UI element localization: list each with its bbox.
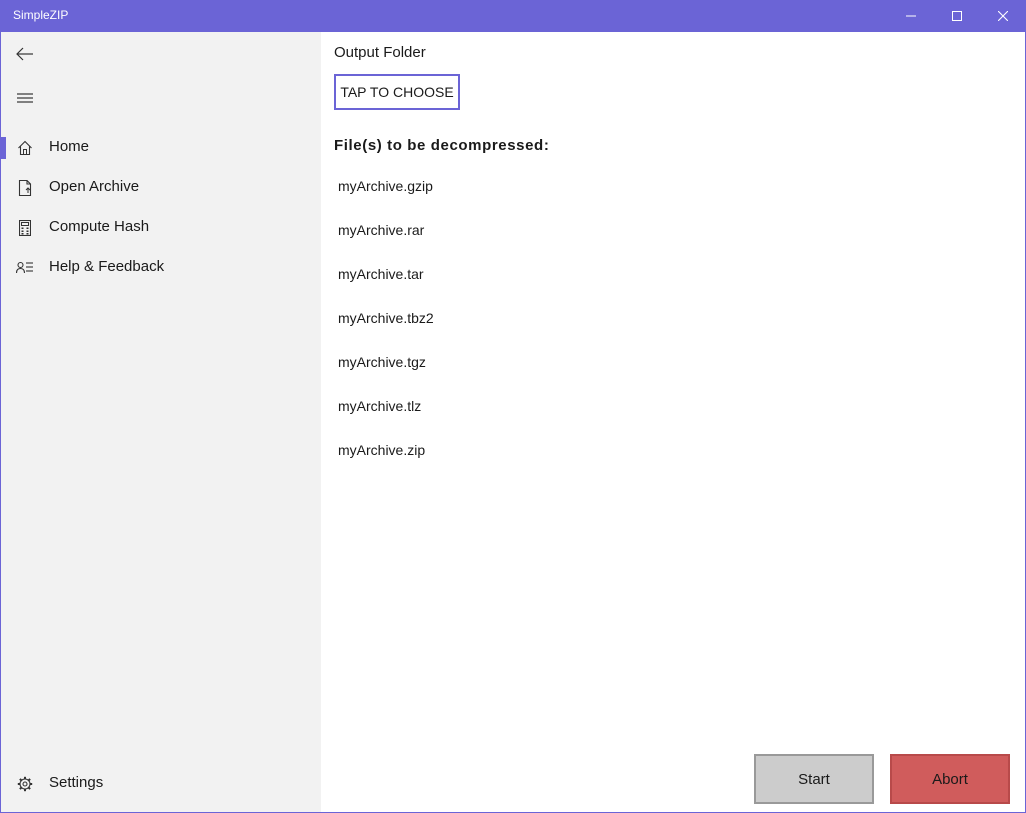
choose-output-folder-button[interactable]: TAP TO CHOOSE — [334, 74, 460, 110]
list-item[interactable]: myArchive.tlz — [334, 384, 1014, 428]
title-bar: SimpleZIP — [1, 0, 1025, 32]
nav-item-open-archive[interactable]: Open Archive — [1, 168, 321, 208]
list-item[interactable]: myArchive.zip — [334, 428, 1014, 472]
back-arrow-icon — [16, 47, 33, 61]
app-window: SimpleZIP Home Open Archive Compute Hash… — [0, 0, 1026, 813]
maximize-button[interactable] — [934, 0, 980, 32]
list-item[interactable]: myArchive.rar — [334, 208, 1014, 252]
main-content: Output Folder TAP TO CHOOSE File(s) to b… — [321, 32, 1025, 812]
close-icon — [998, 11, 1008, 21]
nav-item-help-feedback[interactable]: Help & Feedback — [1, 248, 321, 288]
calculator-icon — [15, 220, 35, 236]
nav-item-compute-hash[interactable]: Compute Hash — [1, 208, 321, 248]
nav-item-home[interactable]: Home — [1, 128, 321, 168]
document-icon — [15, 180, 35, 196]
nav-item-settings[interactable]: Settings — [1, 764, 321, 804]
output-folder-label: Output Folder — [334, 44, 426, 61]
nav-label-home: Home — [49, 138, 90, 155]
start-button[interactable]: Start — [754, 754, 874, 804]
gear-icon — [15, 776, 35, 792]
contact-info-icon — [15, 260, 35, 276]
back-button[interactable] — [1, 34, 49, 74]
hamburger-menu-button[interactable] — [1, 78, 49, 118]
list-item[interactable]: myArchive.tbz2 — [334, 296, 1014, 340]
nav-label-open-archive: Open Archive — [49, 178, 140, 195]
selection-indicator — [1, 137, 6, 159]
files-heading: File(s) to be decompressed: — [334, 137, 550, 154]
maximize-icon — [952, 11, 962, 21]
home-icon — [15, 140, 35, 156]
nav-label-compute-hash: Compute Hash — [49, 218, 150, 235]
file-list: myArchive.gzip myArchive.rar myArchive.t… — [334, 164, 1014, 472]
navigation-pane: Home Open Archive Compute Hash Help & Fe… — [1, 32, 321, 812]
abort-button[interactable]: Abort — [890, 754, 1010, 804]
minimize-icon — [906, 15, 916, 17]
minimize-button[interactable] — [888, 0, 934, 32]
list-item[interactable]: myArchive.tgz — [334, 340, 1014, 384]
hamburger-menu-icon — [17, 93, 33, 103]
nav-label-settings: Settings — [49, 774, 104, 791]
list-item[interactable]: myArchive.tar — [334, 252, 1014, 296]
nav-label-help-feedback: Help & Feedback — [49, 258, 165, 275]
list-item[interactable]: myArchive.gzip — [334, 164, 1014, 208]
app-title: SimpleZIP — [13, 8, 69, 22]
close-button[interactable] — [980, 0, 1026, 32]
